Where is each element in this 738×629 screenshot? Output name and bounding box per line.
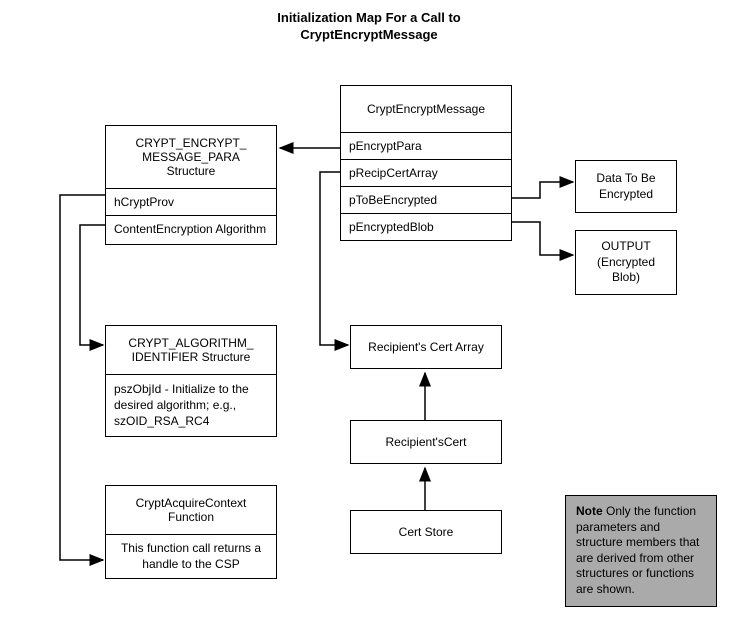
- note-label: Note: [576, 504, 603, 518]
- message-para-header: CRYPT_ENCRYPT_ MESSAGE_PARA Structure: [106, 126, 276, 189]
- row-pencryptpara: pEncryptPara: [341, 133, 511, 160]
- message-para-box: CRYPT_ENCRYPT_ MESSAGE_PARA Structure hC…: [105, 125, 277, 245]
- data-to-encrypt-box: Data To Be Encrypted: [575, 160, 677, 213]
- cert-store-box: Cert Store: [350, 510, 502, 554]
- output-box: OUTPUT (Encrypted Blob): [575, 230, 677, 295]
- recipient-cert-array-text: Recipient's Cert Array: [351, 326, 501, 368]
- row-hcryptprov: hCryptProv: [106, 189, 276, 216]
- crypt-encrypt-message-box: CryptEncryptMessage pEncryptPara pRecipC…: [340, 85, 512, 241]
- row-contentencryption: ContentEncryption Algorithm: [106, 216, 276, 244]
- title-line1: Initialization Map For a Call to: [277, 10, 460, 25]
- output-text: OUTPUT (Encrypted Blob): [576, 231, 676, 294]
- algo-identifier-box: CRYPT_ALGORITHM_ IDENTIFIER Structure ps…: [105, 325, 277, 437]
- cert-store-text: Cert Store: [351, 511, 501, 553]
- recipient-cert-array-box: Recipient's Cert Array: [350, 325, 502, 369]
- row-ptobeencrypted: pToBeEncrypted: [341, 187, 511, 214]
- row-pencryptedblob: pEncryptedBlob: [341, 214, 511, 240]
- row-precipcertarray: pRecipCertArray: [341, 160, 511, 187]
- acquire-context-box: CryptAcquireContext Function This functi…: [105, 485, 277, 579]
- crypt-encrypt-header: CryptEncryptMessage: [341, 86, 511, 133]
- acquire-context-header: CryptAcquireContext Function: [106, 486, 276, 535]
- title-line2: CryptEncryptMessage: [300, 27, 437, 42]
- algo-identifier-body: pszObjId - Initialize to the desired alg…: [106, 375, 276, 436]
- recipient-cert-box: Recipient'sCert: [350, 420, 502, 464]
- acquire-context-body: This function call returns a handle to t…: [106, 535, 276, 578]
- data-to-encrypt-text: Data To Be Encrypted: [576, 161, 676, 212]
- algo-identifier-header: CRYPT_ALGORITHM_ IDENTIFIER Structure: [106, 326, 276, 375]
- diagram-title: Initialization Map For a Call to CryptEn…: [0, 10, 738, 44]
- recipient-cert-text: Recipient'sCert: [351, 421, 501, 463]
- note-box: Note Only the function parameters and st…: [565, 495, 717, 607]
